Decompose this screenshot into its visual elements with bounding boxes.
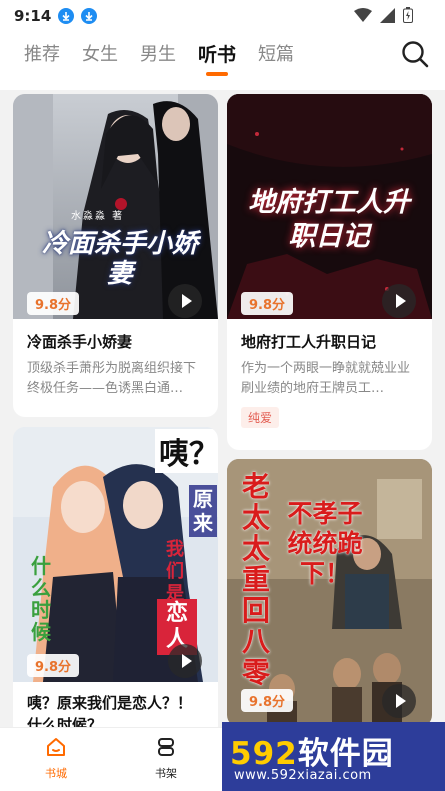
app-screen: 9:14 推荐 女生 男生 听书 短篇 水淼淼 著 冷面杀手小娇妻 9.8分 冷… <box>0 0 445 791</box>
tab-short[interactable]: 短篇 <box>258 42 294 68</box>
book-card[interactable]: 老太太重回八零 不孝子统统跪下！ 9.8分 <box>227 459 432 727</box>
status-time: 9:14 <box>14 7 52 25</box>
cover-text-weare: 我们是 <box>166 539 184 604</box>
cover-text-huh: 咦？ <box>155 429 218 473</box>
rating-badge: 9.8分 <box>241 689 294 712</box>
nav-label: 书架 <box>155 767 177 780</box>
play-icon[interactable] <box>168 644 202 678</box>
cover-text-when: 什么时候 <box>31 554 51 644</box>
status-bar: 9:14 <box>0 0 445 32</box>
book-title: 地府打工人升职日记 <box>241 333 377 351</box>
search-icon[interactable] <box>401 40 429 68</box>
rating-badge: 9.8分 <box>27 654 80 677</box>
signal-icon <box>380 7 395 23</box>
book-cover[interactable]: 地府打工人升职日记 9.8分 <box>227 94 432 319</box>
tab-audiobook[interactable]: 听书 <box>198 42 236 76</box>
rating-badge: 9.8分 <box>27 292 80 315</box>
cover-title-a: 老太太重回八零 <box>241 470 270 689</box>
play-icon[interactable] <box>168 284 202 318</box>
download-icon <box>81 8 98 24</box>
cover-author: 水淼淼 著 <box>71 211 125 222</box>
book-cover[interactable]: 咦？ 原来 我们是 恋人 什么时候 9.8分 <box>13 427 218 682</box>
book-card[interactable]: 水淼淼 著 冷面杀手小娇妻 9.8分 冷面杀手小娇妻 顶级杀手萧彤为脱离组织接下… <box>13 94 218 417</box>
nav-bookstore[interactable]: 书城 <box>26 736 86 781</box>
watermark-number: 592 <box>230 736 298 772</box>
nav-bookshelf[interactable]: 书架 <box>136 736 196 781</box>
book-title: 冷面杀手小娇妻 <box>27 333 133 351</box>
rating-badge: 9.8分 <box>241 292 294 315</box>
book-title: 咦？原来我们是恋人？！什么时候？ <box>27 694 193 727</box>
watermark-url: www.592xiazai.com <box>234 768 372 783</box>
book-feed[interactable]: 水淼淼 著 冷面杀手小娇妻 9.8分 冷面杀手小娇妻 顶级杀手萧彤为脱离组织接下… <box>0 90 445 727</box>
book-card[interactable]: 咦？ 原来 我们是 恋人 什么时候 9.8分 咦？原来我们是恋人？！什么时候？ <box>13 427 218 727</box>
bookshelf-icon <box>158 738 174 756</box>
play-icon[interactable] <box>382 284 416 318</box>
book-card[interactable]: 地府打工人升职日记 9.8分 地府打工人升职日记 作为一个两眼一睁就就兢业业刷业… <box>227 94 432 450</box>
cover-text-original: 原来 <box>189 485 217 537</box>
battery-icon <box>403 7 413 23</box>
download-icon <box>58 8 75 24</box>
status-icons <box>354 7 413 23</box>
wifi-icon <box>354 7 372 22</box>
tab-male[interactable]: 男生 <box>140 42 176 68</box>
book-description: 作为一个两眼一睁就就兢业业刷业绩的地府王牌员工… <box>241 361 411 396</box>
book-cover[interactable]: 水淼淼 著 冷面杀手小娇妻 9.8分 <box>13 94 218 319</box>
tab-recommend[interactable]: 推荐 <box>24 42 60 68</box>
genre-tag[interactable]: 纯爱 <box>241 407 280 428</box>
cover-title: 冷面杀手小娇妻 <box>41 229 198 289</box>
category-tabs: 推荐 女生 男生 听书 短篇 <box>24 42 294 76</box>
book-cover[interactable]: 老太太重回八零 不孝子统统跪下！ 9.8分 <box>227 459 432 727</box>
nav-label: 书城 <box>45 767 67 780</box>
home-icon <box>47 738 65 756</box>
top-tab-bar: 推荐 女生 男生 听书 短篇 <box>0 32 445 90</box>
watermark-logo: 592软件园 www.592xiazai.com <box>222 722 445 791</box>
cover-title-b: 不孝子统统跪下！ <box>287 499 363 588</box>
cover-title: 地府打工人升职日记 <box>248 187 410 252</box>
tab-female[interactable]: 女生 <box>82 42 118 68</box>
watermark-name: 软件园 <box>297 736 394 772</box>
play-icon[interactable] <box>382 684 416 718</box>
book-description: 顶级杀手萧彤为脱离组织接下终极任务——色诱黑白通… <box>27 361 197 396</box>
